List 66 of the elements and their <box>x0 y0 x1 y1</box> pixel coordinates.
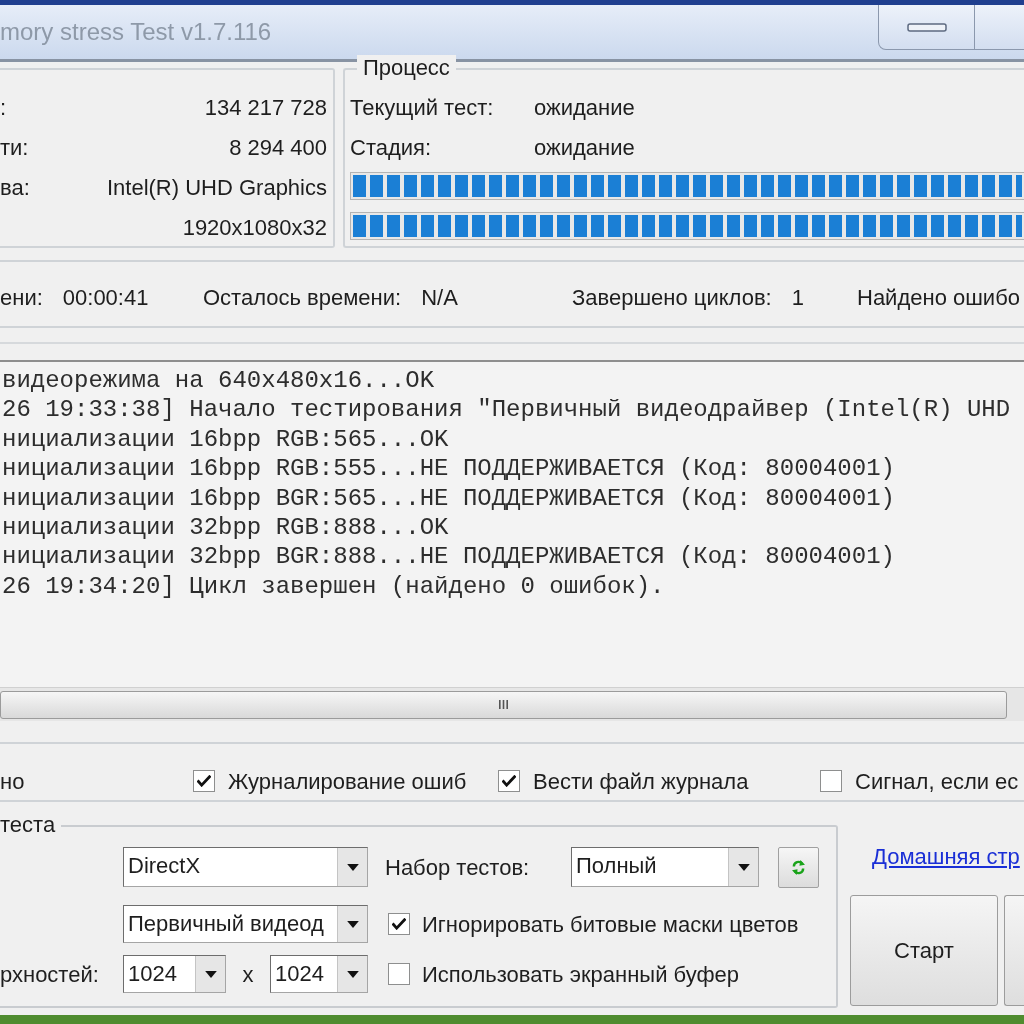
field-value: ожидание <box>534 93 635 122</box>
field-label: : <box>0 93 7 122</box>
minimize-button[interactable] <box>878 5 975 50</box>
log-line: видеорежима на 640x480x16...OK <box>2 366 435 396</box>
checkbox-label[interactable]: Вести файл журнала <box>533 764 749 798</box>
grip-icon <box>499 700 508 709</box>
renderer-dropdown[interactable]: DirectX <box>123 847 368 887</box>
log-line: нициализации 32bpp BGR:888...НЕ ПОДДЕРЖИВАЕТСЯ (Код: 80004001) <box>2 542 895 572</box>
refresh-icon <box>792 858 805 876</box>
side-button[interactable] <box>1004 895 1024 1006</box>
start-button[interactable]: Старт <box>850 895 998 1006</box>
field-value: ожидание <box>534 133 635 162</box>
field-label: Набор тестов: <box>385 853 531 882</box>
field-label: Текущий тест: <box>350 93 495 122</box>
checkbox[interactable] <box>193 770 215 792</box>
dropdown-arrow-icon <box>346 920 359 928</box>
field-label: ти: <box>0 133 29 162</box>
status-label: ени: <box>0 283 43 312</box>
field-value: 134 217 728 <box>204 93 327 122</box>
option-label: но <box>0 767 25 796</box>
log-line: нициализации 16bpp BGR:565...НЕ ПОДДЕРЖИВАЕТСЯ (Код: 80004001) <box>2 483 895 514</box>
checkbox-label[interactable]: Сигнал, если ес <box>855 764 1019 798</box>
field-label: ва: <box>0 173 30 202</box>
checkmark-icon <box>392 918 406 930</box>
log-line: 26 19:34:20] Цикл завершен (найдено 0 ошибок). <box>2 571 665 602</box>
log-line: 26 19:33:38] Начало тестирования "Первичный видеодрайвер (Intel(R) UHD <box>2 395 1011 425</box>
status-value: N/A <box>421 283 458 312</box>
width-dropdown[interactable]: 1024 <box>123 955 226 993</box>
log-line: нициализации 16bpp RGB:565...OK <box>2 424 449 455</box>
status-label: Завершено циклов: <box>572 283 772 312</box>
height-dropdown[interactable]: 1024 <box>270 955 368 993</box>
field-value: Intel(R) UHD Graphics <box>106 173 327 202</box>
minimize-icon <box>906 22 947 32</box>
status-label: Осталось времени: <box>203 283 402 312</box>
checkbox[interactable] <box>388 963 410 985</box>
field-label: Стадия: <box>350 133 433 162</box>
checkbox[interactable] <box>498 770 520 792</box>
dropdown-arrow-icon <box>346 970 359 978</box>
checkbox[interactable] <box>820 770 842 792</box>
checkmark-icon <box>502 775 516 787</box>
field-label: рхностей: <box>0 961 99 987</box>
group-title: Процесс <box>357 55 456 81</box>
status-label: Найдено ошибо <box>857 283 1020 312</box>
checkbox-label[interactable]: Журналирование ошиб <box>228 764 467 798</box>
title-bar-button[interactable] <box>975 5 1024 50</box>
dropdown-arrow-icon <box>346 863 359 871</box>
size-separator: x <box>242 960 254 989</box>
log-line: нициализации 32bpp RGB:888...OK <box>2 513 449 543</box>
checkbox-label[interactable]: Игнорировать битовые маски цветов <box>422 907 799 941</box>
field-value: 8 294 400 <box>229 133 327 162</box>
test-set-dropdown[interactable]: Полный <box>571 847 759 887</box>
window-title: mory stress Test v1.7.116 <box>0 17 272 47</box>
checkmark-icon <box>197 775 211 787</box>
checkbox-label[interactable]: Использовать экранный буфер <box>422 957 739 991</box>
checkbox[interactable] <box>388 913 410 935</box>
field-value: 1920x1080x32 <box>182 213 327 242</box>
status-value: 00:00:41 <box>62 283 149 312</box>
scrollbar-track[interactable] <box>0 687 1024 721</box>
dropdown-arrow-icon <box>737 863 750 871</box>
dropdown-arrow-icon <box>204 970 217 978</box>
home-link[interactable]: Домашняя стр <box>872 845 1020 869</box>
log-line: нициализации 16bpp RGB:555...НЕ ПОДДЕРЖИВАЕТСЯ (Код: 80004001) <box>2 454 895 484</box>
refresh-button[interactable] <box>778 846 819 888</box>
driver-dropdown[interactable]: Первичный видеод <box>123 905 368 943</box>
scrollbar-thumb[interactable] <box>0 690 1007 719</box>
status-value: 1 <box>791 283 804 312</box>
